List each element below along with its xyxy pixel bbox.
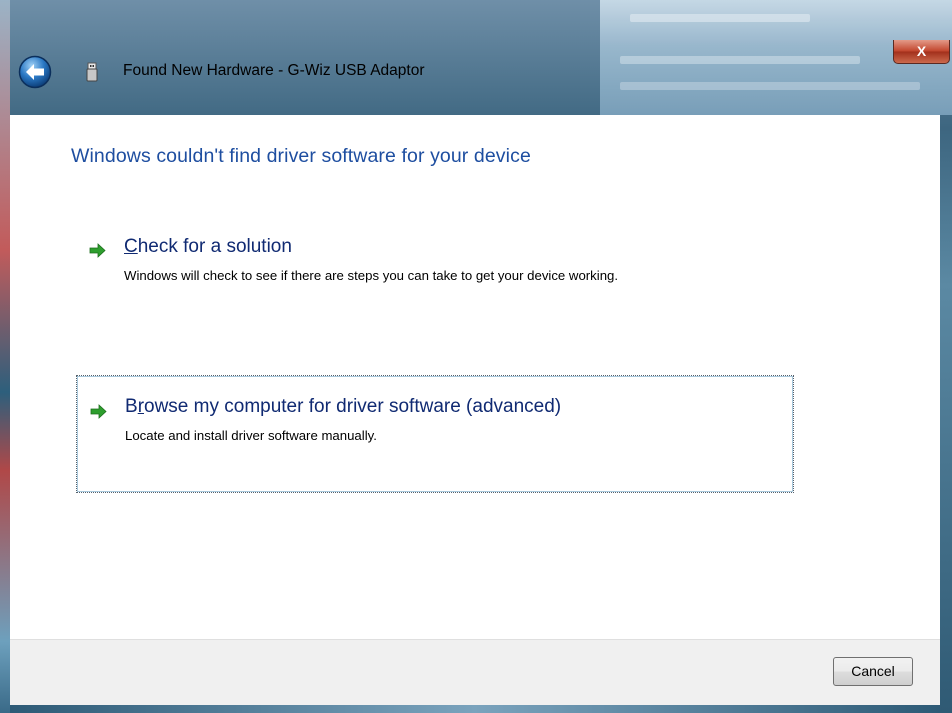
green-arrow-icon (90, 404, 107, 419)
browse-computer-option[interactable]: Browse my computer for driver software (… (76, 375, 794, 493)
option-description: Locate and install driver software manua… (125, 428, 377, 443)
access-key: C (124, 236, 138, 257)
usb-device-icon (86, 62, 98, 82)
option-description: Windows will check to see if there are s… (124, 268, 619, 283)
option-title: Check for a solution (124, 236, 292, 258)
footer-bar: Cancel (10, 639, 940, 706)
page-heading: Windows couldn't find driver software fo… (71, 145, 531, 167)
option-title-text: heck for a solution (137, 236, 292, 257)
window-border-left (0, 0, 10, 713)
window-border-bottom (10, 705, 940, 713)
close-icon: X (916, 43, 927, 59)
back-button[interactable] (18, 55, 52, 89)
option-title: Browse my computer for driver software (… (125, 396, 561, 418)
close-button[interactable]: X (893, 40, 950, 64)
title-bar: Found New Hardware - G-Wiz USB Adaptor X (10, 40, 950, 112)
option-title-text: owse my computer for driver software (ad… (144, 396, 562, 417)
option-title-lead: B (125, 396, 138, 417)
green-arrow-icon (89, 243, 106, 258)
back-arrow-icon (18, 55, 52, 89)
wizard-content: Windows couldn't find driver software fo… (10, 115, 940, 639)
window-title: Found New Hardware - G-Wiz USB Adaptor (123, 62, 425, 79)
window-frame: Found New Hardware - G-Wiz USB Adaptor X… (0, 0, 952, 713)
check-for-solution-option[interactable]: Check for a solution Windows will check … (76, 230, 796, 320)
cancel-button[interactable]: Cancel (833, 657, 913, 686)
